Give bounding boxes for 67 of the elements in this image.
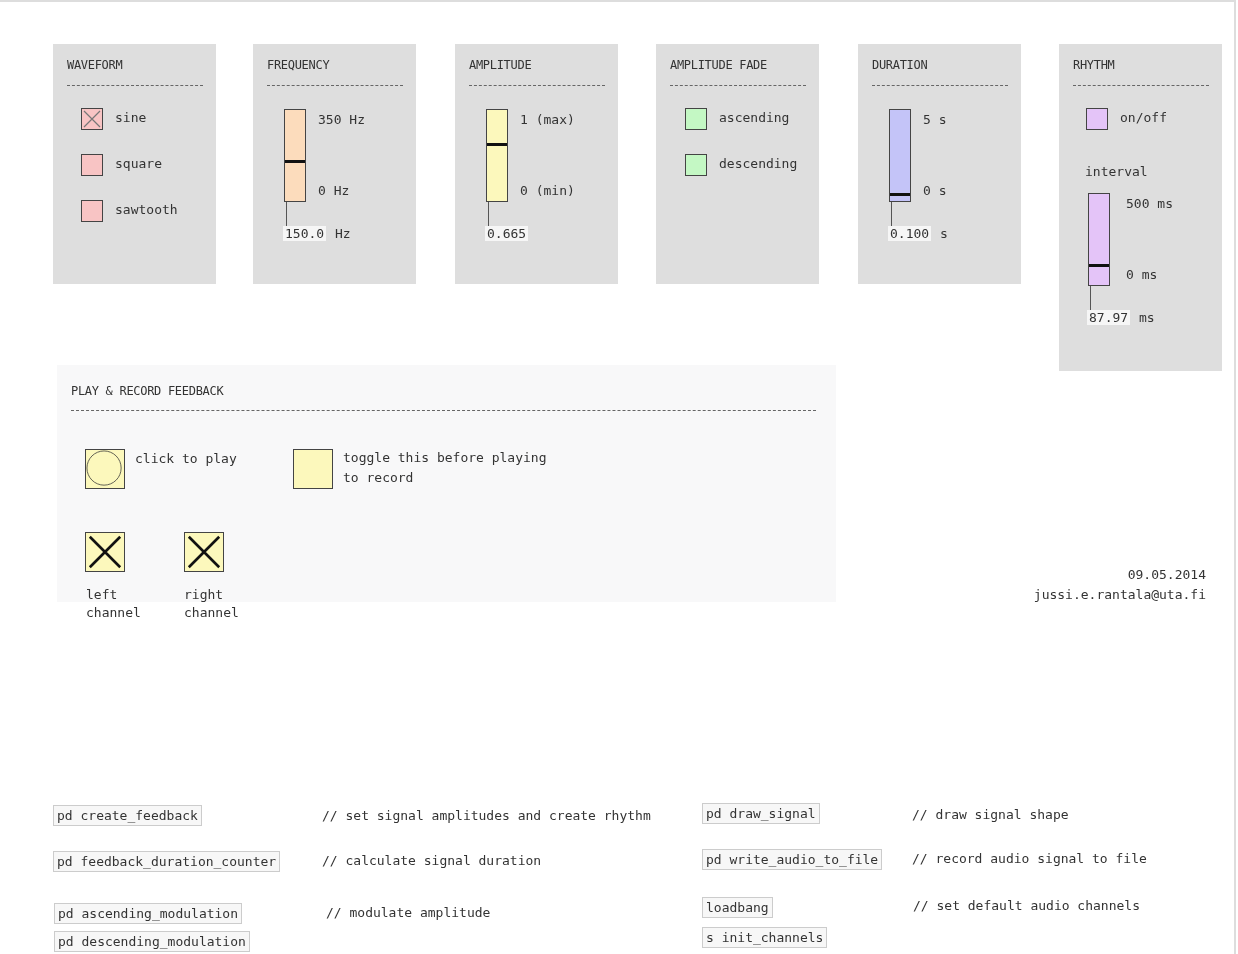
toggle[interactable]	[81, 108, 103, 130]
unit-label: Hz	[335, 226, 351, 241]
comment-text: // record audio signal to file	[912, 851, 1147, 866]
channel-label: right channel	[184, 586, 240, 622]
panel-title: AMPLITUDE FADE	[670, 58, 767, 72]
toggle-label: sawtooth	[115, 202, 178, 217]
comment-text: // set signal amplitudes and create rhythm	[322, 808, 651, 823]
panel-title: FREQUENCY	[267, 58, 330, 72]
slider-thumb[interactable]	[890, 192, 910, 196]
min-label: 0 s	[923, 183, 947, 198]
max-label: 5 s	[923, 112, 947, 127]
slider-thumb[interactable]	[487, 142, 507, 146]
vertical-slider[interactable]	[284, 109, 306, 202]
vertical-slider[interactable]	[889, 109, 911, 202]
unit-label: s	[940, 226, 948, 241]
panel-title: RHYTHM	[1073, 58, 1115, 72]
min-label: 0 Hz	[318, 183, 350, 198]
panel-title: DURATION	[872, 58, 928, 72]
unit-label: ms	[1139, 310, 1155, 325]
object-box[interactable]: loadbang	[702, 897, 773, 918]
object-box[interactable]: pd create_feedback	[53, 805, 202, 826]
bang-button[interactable]	[85, 449, 125, 489]
toggle-label: descending	[719, 156, 798, 171]
min-label: 0 ms	[1126, 267, 1158, 282]
interval-label: interval	[1085, 164, 1148, 179]
object-box[interactable]: pd feedback_duration_counter	[53, 851, 281, 872]
toggle[interactable]	[81, 154, 103, 176]
comment-text: // set default audio channels	[913, 898, 1140, 913]
record-toggle[interactable]	[293, 449, 333, 489]
email-text: jussi.e.rantala@uta.fi	[1033, 587, 1206, 602]
play-label: click to play	[135, 451, 237, 466]
number-box[interactable]: 0.665	[485, 226, 529, 241]
toggle-label: ascending	[719, 110, 790, 125]
max-label: 350 Hz	[318, 112, 365, 127]
comment-text: // modulate amplitude	[326, 905, 491, 920]
object-box[interactable]: pd descending_modulation	[54, 931, 250, 952]
slider-thumb[interactable]	[285, 160, 305, 164]
vertical-slider[interactable]	[486, 109, 508, 202]
number-box[interactable]: 0.100	[888, 226, 932, 241]
comment-text: // calculate signal duration	[322, 853, 542, 868]
toggle[interactable]	[1086, 108, 1108, 130]
panel-title: PLAY & RECORD FEEDBACK	[71, 384, 224, 398]
min-label: 0 (min)	[520, 183, 575, 198]
toggle[interactable]	[685, 154, 707, 176]
comment-text: // draw signal shape	[912, 807, 1069, 822]
toggle[interactable]	[685, 108, 707, 130]
channel-label: left channel	[86, 586, 142, 622]
object-box[interactable]: s init_channels	[702, 927, 828, 948]
number-box[interactable]: 87.97	[1087, 310, 1131, 325]
channel-toggle[interactable]	[85, 532, 125, 572]
max-label: 500 ms	[1126, 196, 1173, 211]
toggle-label: on/off	[1120, 110, 1167, 125]
toggle[interactable]	[81, 200, 103, 222]
slider-thumb[interactable]	[1089, 264, 1109, 268]
object-box[interactable]: pd write_audio_to_file	[702, 849, 883, 870]
panel-title: AMPLITUDE	[469, 58, 532, 72]
panel-title: WAVEFORM	[67, 58, 123, 72]
max-label: 1 (max)	[520, 112, 575, 127]
date-text: 09.05.2014	[1127, 567, 1206, 582]
toggle-label: square	[115, 156, 162, 171]
record-label: toggle this before playing to record	[343, 449, 548, 487]
number-box[interactable]: 150.0	[283, 226, 327, 241]
vertical-slider[interactable]	[1088, 193, 1110, 286]
channel-toggle[interactable]	[184, 532, 224, 572]
toggle-label: sine	[115, 110, 147, 125]
object-box[interactable]: pd draw_signal	[702, 803, 820, 824]
object-box[interactable]: pd ascending_modulation	[54, 903, 242, 924]
